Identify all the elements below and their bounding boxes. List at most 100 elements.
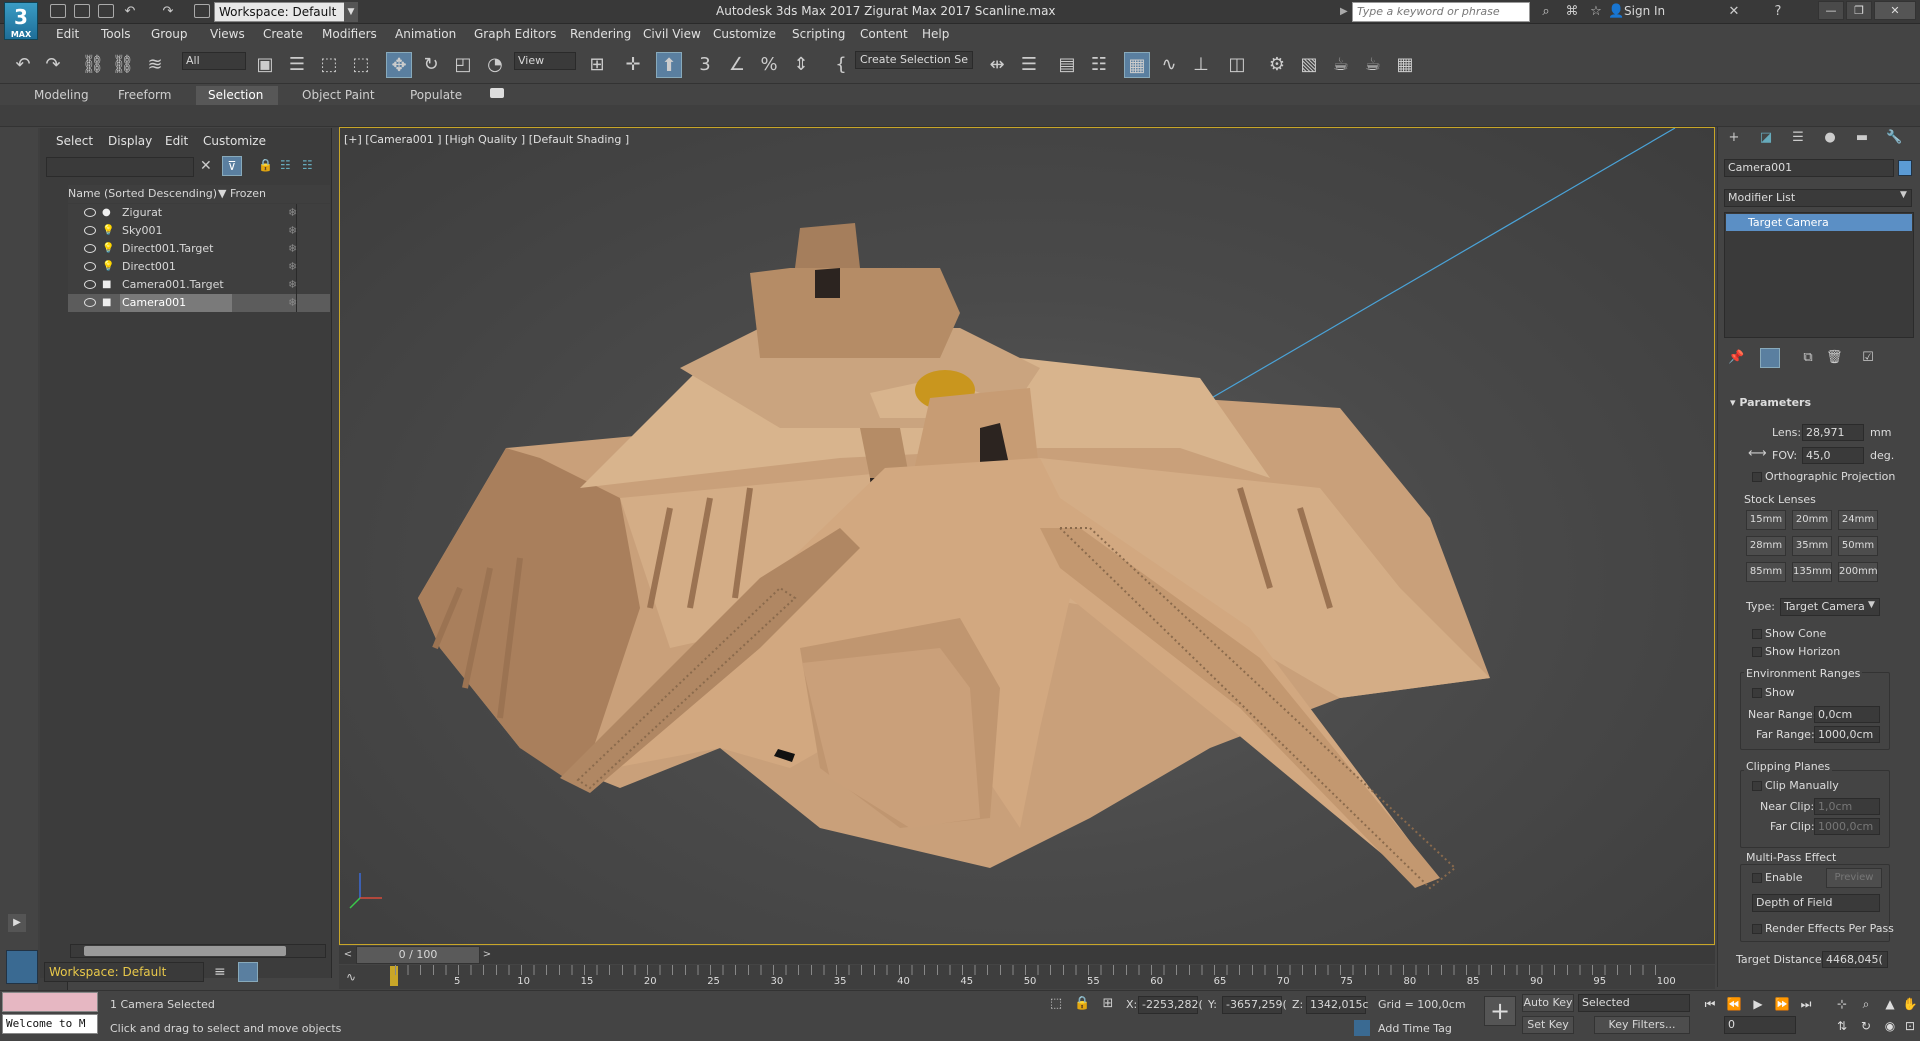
se-scroll-thumb[interactable]: [84, 946, 286, 956]
tab-populate[interactable]: Populate: [398, 86, 474, 105]
help-icon[interactable]: ?: [1770, 4, 1786, 20]
lens-85-button[interactable]: 85mm: [1746, 562, 1786, 582]
link-icon[interactable]: ⛓: [80, 52, 106, 78]
freeze-icon[interactable]: ❄: [288, 258, 297, 276]
goto-start-icon[interactable]: ⏮: [1700, 994, 1720, 1014]
dolly-icon[interactable]: ⇅: [1832, 1016, 1852, 1036]
orbit-icon[interactable]: ◉: [1880, 1016, 1900, 1036]
modify-tab-icon[interactable]: ◪: [1758, 130, 1774, 146]
workspace-select[interactable]: Workspace: Default: [214, 2, 358, 22]
set-key-button[interactable]: Set Key: [1522, 1016, 1574, 1034]
lens-28-button[interactable]: 28mm: [1746, 536, 1786, 556]
z-coordinate[interactable]: 1342,015c: [1306, 996, 1369, 1014]
col-name[interactable]: Name (Sorted Descending): [68, 185, 217, 203]
select-move-icon[interactable]: ✥: [386, 52, 412, 78]
bind-spacewarp-icon[interactable]: ≋: [142, 52, 168, 78]
motion-tab-icon[interactable]: ●: [1822, 130, 1838, 146]
ortho-checkbox[interactable]: [1752, 472, 1762, 482]
a360-render-icon[interactable]: ▦: [1392, 52, 1418, 78]
window-crossing-icon[interactable]: ⬚: [348, 52, 374, 78]
rollout-parameters[interactable]: ▾ Parameters: [1730, 396, 1811, 409]
render-setup-icon[interactable]: ⚙: [1264, 52, 1290, 78]
pivot-center-icon[interactable]: ⊞: [584, 52, 610, 78]
schematic-view-icon[interactable]: ⊥: [1188, 52, 1214, 78]
next-frame-icon[interactable]: ⏩: [1772, 994, 1792, 1014]
filter-toggle-icon[interactable]: ⊽: [222, 156, 242, 176]
menu-customize[interactable]: Customize: [713, 27, 776, 41]
user-icon[interactable]: 👤: [1608, 4, 1624, 20]
key-mode-dropdown[interactable]: Selected: [1578, 994, 1690, 1012]
menu-create[interactable]: Create: [263, 27, 303, 41]
target-distance-spinner[interactable]: 4468,045(: [1822, 951, 1888, 968]
snaps-toggle-icon[interactable]: 3: [692, 52, 718, 78]
lens-spinner[interactable]: 28,971: [1802, 424, 1864, 441]
list-item[interactable]: ● Zigurat ❄: [68, 204, 330, 222]
field-of-view-icon[interactable]: ▲: [1880, 994, 1900, 1014]
auto-key-button[interactable]: Auto Key: [1522, 994, 1574, 1012]
app-logo[interactable]: 3 MAX: [4, 2, 38, 40]
lens-135-button[interactable]: 135mm: [1792, 562, 1832, 582]
menu-tools[interactable]: Tools: [101, 27, 131, 41]
viewport-camera[interactable]: [339, 127, 1715, 945]
curve-editor-icon[interactable]: ∿: [1156, 52, 1182, 78]
goto-end-icon[interactable]: ⏭: [1796, 994, 1816, 1014]
env-show-checkbox[interactable]: [1752, 688, 1762, 698]
menu-group[interactable]: Group: [151, 27, 188, 41]
near-clip-spinner[interactable]: 1,0cm: [1814, 798, 1880, 815]
tab-freeform[interactable]: Freeform: [106, 86, 183, 105]
se-menu-edit[interactable]: Edit: [165, 134, 188, 148]
modifier-list-dropdown[interactable]: Modifier List: [1724, 189, 1912, 207]
lens-50-button[interactable]: 50mm: [1838, 536, 1878, 556]
enable-checkbox[interactable]: [1752, 873, 1762, 883]
list-item[interactable]: ■ Camera001.Target ❄: [68, 276, 330, 294]
binoculars-icon[interactable]: ⌕: [1538, 4, 1554, 20]
visibility-eye-icon[interactable]: [84, 226, 96, 235]
ref-coord-dropdown[interactable]: View: [514, 52, 576, 70]
utilities-tab-icon[interactable]: 🔧: [1886, 130, 1902, 146]
new-file-icon[interactable]: [50, 4, 66, 18]
create-tab-icon[interactable]: +: [1726, 130, 1742, 146]
macro-recorder-field[interactable]: [2, 992, 98, 1012]
menu-edit[interactable]: Edit: [56, 27, 79, 41]
select-rotate-icon[interactable]: ↻: [418, 52, 444, 78]
lens-20-button[interactable]: 20mm: [1792, 510, 1832, 530]
se-menu-customize[interactable]: Customize: [203, 134, 266, 148]
menu-content[interactable]: Content: [860, 27, 908, 41]
menu-rendering[interactable]: Rendering: [570, 27, 631, 41]
list-item[interactable]: ■ Camera001 ❄: [68, 294, 330, 312]
fov-direction-icon[interactable]: ⟷: [1748, 446, 1767, 462]
render-production-icon[interactable]: ☕: [1328, 52, 1354, 78]
viewport-layout-icon[interactable]: [6, 950, 38, 984]
workspace-bottom-select[interactable]: Workspace: Default: [44, 962, 204, 982]
prev-frame-icon[interactable]: ⏪: [1724, 994, 1744, 1014]
lock-icon[interactable]: 🔒: [258, 158, 273, 172]
lens-15-button[interactable]: 15mm: [1746, 510, 1786, 530]
search-input[interactable]: Type a keyword or phrase: [1352, 2, 1530, 22]
visibility-eye-icon[interactable]: [84, 244, 96, 253]
configure-sets-icon[interactable]: ☑: [1860, 350, 1876, 366]
visibility-eye-icon[interactable]: [84, 208, 96, 217]
pan-icon[interactable]: ✋: [1900, 994, 1920, 1014]
undo-tool-icon[interactable]: ↶: [10, 52, 36, 78]
close-button[interactable]: ✕: [1874, 1, 1916, 20]
key-filters-button[interactable]: Key Filters...: [1594, 1016, 1690, 1034]
lens-35-button[interactable]: 35mm: [1792, 536, 1832, 556]
favorites-star-icon[interactable]: ☆: [1588, 4, 1604, 20]
tab-selection[interactable]: Selection: [196, 86, 278, 105]
rect-selection-icon[interactable]: ⬚: [316, 52, 342, 78]
exchange-icon[interactable]: ✕: [1726, 4, 1742, 20]
selection-lock-icon[interactable]: 🔒: [1074, 996, 1090, 1012]
time-slider-track[interactable]: [339, 946, 1715, 964]
play-icon[interactable]: ▶: [1748, 994, 1768, 1014]
set-key-plus-icon[interactable]: +: [1484, 996, 1516, 1026]
rendered-frame-icon[interactable]: ▧: [1296, 52, 1322, 78]
menu-graph-editors[interactable]: Graph Editors: [474, 27, 556, 41]
save-file-icon[interactable]: [98, 4, 114, 18]
expand-panel-icon[interactable]: ▶: [8, 914, 26, 932]
far-range-spinner[interactable]: 1000,0cm: [1814, 726, 1880, 743]
workspace-dropdown-icon[interactable]: ▼: [344, 2, 358, 22]
redo-tool-icon[interactable]: ↷: [40, 52, 66, 78]
time-slider-thumb[interactable]: 0 / 100: [356, 946, 480, 964]
viewport-label[interactable]: [+] [Camera001 ] [High Quality ] [Defaul…: [344, 133, 629, 146]
camera-type-dropdown[interactable]: Target Camera: [1780, 598, 1880, 616]
